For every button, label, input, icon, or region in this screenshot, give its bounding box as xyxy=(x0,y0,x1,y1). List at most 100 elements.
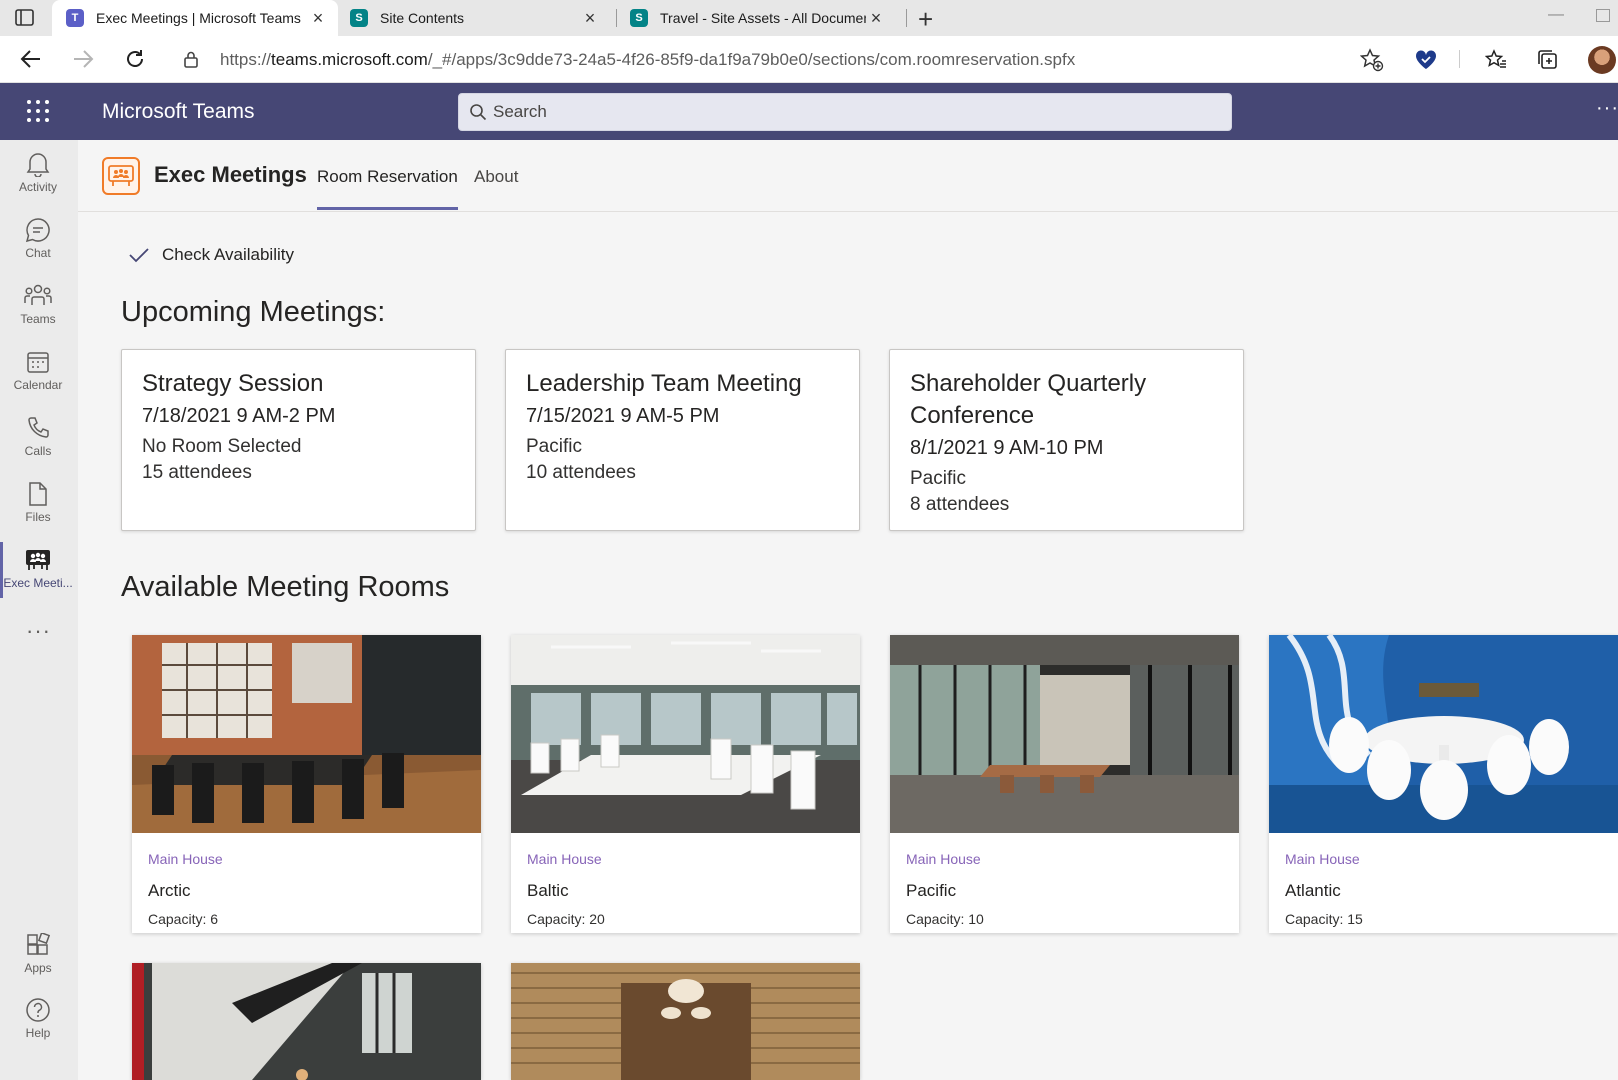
meeting-attendees: 8 attendees xyxy=(910,494,1010,515)
collections-button[interactable] xyxy=(1536,48,1560,72)
help-icon xyxy=(24,996,52,1024)
rail-item-calendar[interactable]: Calendar xyxy=(0,340,76,404)
rail-label: Calls xyxy=(24,444,52,458)
meeting-card[interactable]: Shareholder Quarterly Conference 8/1/202… xyxy=(889,349,1244,531)
meeting-title: Strategy Session xyxy=(142,370,324,397)
back-button[interactable] xyxy=(18,46,44,72)
more-apps-icon[interactable]: ··· xyxy=(26,618,51,644)
maximize-button[interactable] xyxy=(1596,9,1610,22)
more-options-icon[interactable]: ··· xyxy=(1596,97,1618,120)
phone-icon xyxy=(24,414,52,442)
room-name: Arctic xyxy=(148,881,191,900)
favorites-button[interactable] xyxy=(1484,48,1508,72)
meeting-location: Pacific xyxy=(526,436,582,457)
rail-item-calls[interactable]: Calls xyxy=(0,406,76,470)
room-photo xyxy=(511,635,860,833)
close-icon[interactable]: × xyxy=(308,8,328,29)
app-launcher-icon[interactable] xyxy=(26,99,50,123)
browser-essentials-button[interactable] xyxy=(1414,48,1438,72)
arrow-right-icon xyxy=(74,50,94,68)
sharepoint-icon: S xyxy=(350,9,368,27)
teams-app-name: Microsoft Teams xyxy=(102,100,255,123)
browser-tab-exec-meetings[interactable]: T Exec Meetings | Microsoft Teams × xyxy=(52,0,338,36)
rail-label: Files xyxy=(25,510,51,524)
room-card[interactable]: Main House Baltic Capacity: 20 xyxy=(511,635,860,933)
app-header: Exec Meetings Room Reservation About xyxy=(78,140,1618,212)
meeting-title: Shareholder Quarterly Conference xyxy=(910,370,1147,429)
meeting-datetime: 8/1/2021 9 AM-10 PM xyxy=(910,437,1104,459)
browser-tab-strip: T Exec Meetings | Microsoft Teams × S Si… xyxy=(0,0,1618,36)
room-card[interactable]: Main House Atlantic Capacity: 15 xyxy=(1269,635,1618,933)
search-bar[interactable] xyxy=(458,93,1232,131)
room-name: Pacific xyxy=(906,881,957,900)
check-availability-label: Check Availability xyxy=(162,245,294,264)
room-photo xyxy=(511,963,860,1080)
url-field[interactable]: https://teams.microsoft.com/_#/apps/3c9d… xyxy=(168,41,1394,77)
tab-actions-icon[interactable] xyxy=(14,9,36,27)
new-tab-button[interactable]: + xyxy=(918,4,933,35)
room-photo xyxy=(1269,635,1618,833)
app-rail: Activity Chat Teams Calendar Calls Files… xyxy=(0,140,78,1080)
rail-item-exec-meetings[interactable]: Exec Meeti... xyxy=(0,538,76,602)
available-rooms-heading: Available Meeting Rooms xyxy=(121,571,450,603)
meeting-title: Leadership Team Meeting xyxy=(526,370,802,397)
apps-icon xyxy=(24,931,52,959)
teams-header: Microsoft Teams ··· xyxy=(0,83,1618,140)
exec-meetings-app-icon xyxy=(102,157,140,195)
rail-item-help[interactable]: Help xyxy=(0,988,76,1052)
rail-label: Help xyxy=(25,1026,51,1040)
room-card[interactable] xyxy=(132,963,481,1080)
meeting-card[interactable]: Leadership Team Meeting 7/15/2021 9 AM-5… xyxy=(505,349,860,531)
meeting-location: Pacific xyxy=(910,468,966,489)
forward-button[interactable] xyxy=(70,46,96,72)
rail-item-chat[interactable]: Chat xyxy=(0,208,76,272)
search-icon xyxy=(470,104,487,121)
file-icon xyxy=(24,480,52,508)
url-prefix: https:// xyxy=(220,50,272,69)
browser-tab-site-contents[interactable]: S Site Contents × xyxy=(344,0,610,36)
rail-item-files[interactable]: Files xyxy=(0,472,76,536)
rail-label: Exec Meeti... xyxy=(3,576,73,590)
rail-item-teams[interactable]: Teams xyxy=(0,274,76,338)
bell-icon xyxy=(24,150,52,178)
room-capacity: Capacity: 20 xyxy=(527,911,605,927)
url-text: https://teams.microsoft.com/_#/apps/3c9d… xyxy=(220,50,1075,70)
rail-label: Chat xyxy=(25,246,51,260)
teams-people-icon xyxy=(24,282,52,310)
rail-label: Activity xyxy=(18,180,57,194)
favorites-star-icon xyxy=(1485,49,1506,68)
add-favorite-icon[interactable] xyxy=(1360,48,1384,72)
room-photo xyxy=(132,963,481,1080)
tab-title: Site Contents xyxy=(380,10,465,26)
address-bar: https://teams.microsoft.com/_#/apps/3c9d… xyxy=(0,36,1618,83)
room-name: Baltic xyxy=(527,881,569,900)
chat-icon xyxy=(24,216,52,244)
meeting-card[interactable]: Strategy Session 7/18/2021 9 AM-2 PM No … xyxy=(121,349,476,531)
main-content: Exec Meetings Room Reservation About Che… xyxy=(78,140,1618,1080)
search-input[interactable] xyxy=(493,94,1213,130)
close-icon[interactable]: × xyxy=(580,8,600,29)
room-location: Main House xyxy=(148,851,223,867)
rail-label: Apps xyxy=(24,961,52,975)
room-card[interactable]: Main House Pacific Capacity: 10 xyxy=(890,635,1239,933)
lock-icon xyxy=(184,51,198,68)
room-card[interactable] xyxy=(511,963,860,1080)
refresh-button[interactable] xyxy=(122,46,148,72)
teams-icon: T xyxy=(66,9,84,27)
sharepoint-icon: S xyxy=(630,9,648,27)
check-availability-button[interactable]: Check Availability xyxy=(128,245,294,265)
rail-item-apps[interactable]: Apps xyxy=(0,923,76,987)
room-capacity: Capacity: 6 xyxy=(148,911,219,927)
close-icon[interactable]: × xyxy=(866,8,886,29)
rail-label: Calendar xyxy=(13,378,63,392)
arrow-left-icon xyxy=(20,50,40,68)
tab-about[interactable]: About xyxy=(474,167,518,207)
meeting-attendees: 10 attendees xyxy=(526,462,636,483)
tab-room-reservation[interactable]: Room Reservation xyxy=(317,167,458,210)
browser-tab-travel[interactable]: S Travel - Site Assets - All Documents × xyxy=(624,0,902,36)
minimize-button[interactable]: — xyxy=(1548,6,1564,24)
profile-avatar[interactable] xyxy=(1588,46,1616,74)
room-card[interactable]: Main House Arctic Capacity: 6 xyxy=(132,635,481,933)
rail-item-activity[interactable]: Activity xyxy=(0,142,76,206)
toolbar-divider xyxy=(1459,50,1460,68)
